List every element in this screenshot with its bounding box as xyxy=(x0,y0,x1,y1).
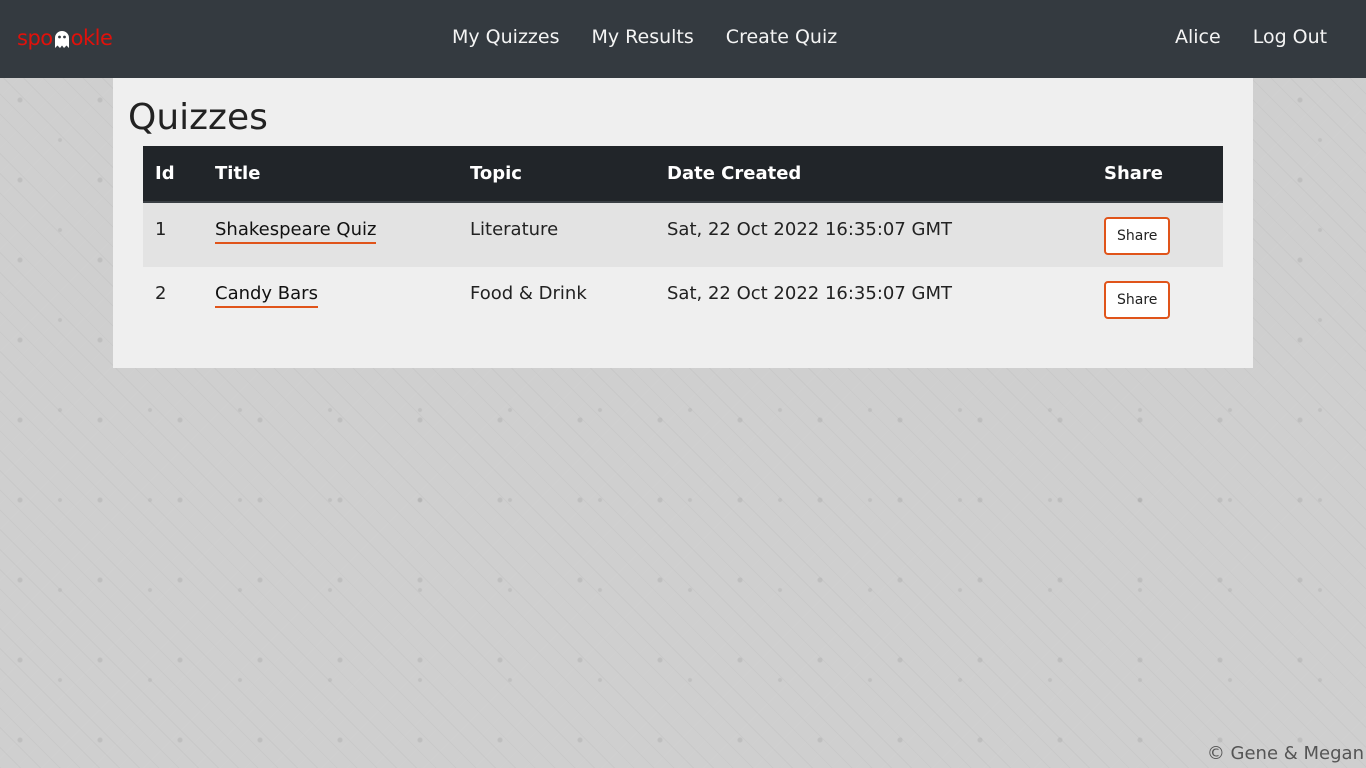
cell-date: Sat, 22 Oct 2022 16:35:07 GMT xyxy=(667,219,952,240)
navbar: spo okle My Quizzes My Results Create Qu… xyxy=(0,0,1366,78)
cell-id: 2 xyxy=(155,283,167,304)
cell-id: 1 xyxy=(155,219,167,240)
cell-title: Candy Bars xyxy=(203,267,458,332)
brand-logo[interactable]: spo okle xyxy=(17,26,113,50)
header-topic: Topic xyxy=(458,146,655,203)
header-title: Title xyxy=(203,146,458,203)
nav-logout[interactable]: Log Out xyxy=(1253,26,1327,48)
table-row: 1 Shakespeare Quiz Literature Sat, 22 Oc… xyxy=(143,202,1223,267)
main-nav: My Quizzes My Results Create Quiz xyxy=(452,26,869,48)
quizzes-table: Id Title Topic Date Created Share 1 Shak… xyxy=(143,146,1223,332)
cell-topic: Food & Drink xyxy=(470,283,587,304)
brand-suffix: okle xyxy=(70,26,113,50)
user-nav: Alice Log Out xyxy=(1175,26,1327,48)
nav-my-results[interactable]: My Results xyxy=(592,26,694,48)
content-panel: Quizzes Id Title Topic Date Created Shar… xyxy=(113,78,1253,368)
quiz-title-link[interactable]: Candy Bars xyxy=(215,283,318,308)
brand-prefix: spo xyxy=(17,26,53,50)
nav-create-quiz[interactable]: Create Quiz xyxy=(726,26,837,48)
header-date-created: Date Created xyxy=(655,146,1092,203)
cell-share: Share xyxy=(1092,202,1223,267)
share-button[interactable]: Share xyxy=(1104,217,1171,255)
share-button[interactable]: Share xyxy=(1104,281,1171,319)
footer-credit: © Gene & Megan xyxy=(1206,743,1364,764)
cell-title: Shakespeare Quiz xyxy=(203,202,458,267)
cell-date: Sat, 22 Oct 2022 16:35:07 GMT xyxy=(667,283,952,304)
nav-my-quizzes[interactable]: My Quizzes xyxy=(452,26,560,48)
table-header-row: Id Title Topic Date Created Share xyxy=(143,146,1223,203)
page-title: Quizzes xyxy=(128,97,268,138)
cell-topic: Literature xyxy=(470,219,559,240)
table-row: 2 Candy Bars Food & Drink Sat, 22 Oct 20… xyxy=(143,267,1223,332)
quiz-title-link[interactable]: Shakespeare Quiz xyxy=(215,219,377,244)
header-share: Share xyxy=(1092,146,1223,203)
header-id: Id xyxy=(143,146,203,203)
nav-user[interactable]: Alice xyxy=(1175,26,1221,48)
ghost-icon xyxy=(54,29,70,48)
cell-share: Share xyxy=(1092,267,1223,332)
